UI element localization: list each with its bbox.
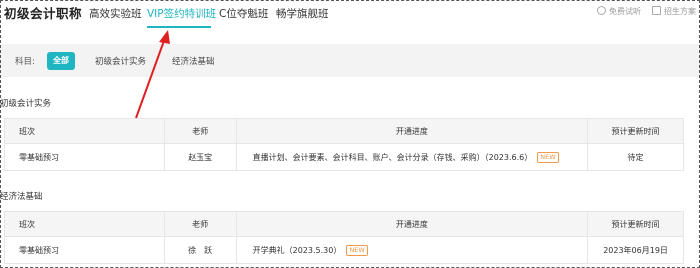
col-header-update-time: 预计更新时间	[587, 118, 684, 144]
new-badge: NEW	[537, 151, 559, 163]
table-row: 零基础预习 徐 跃 开学典礼（2023.5.30） NEW 2023年06月19日	[4, 236, 684, 264]
section-title-accounting: 初级会计实务	[0, 99, 52, 109]
progress-text: 直播计划、会计要素、会计科目、账户、会计分录（存钱、采购）（2023.6.6）	[252, 152, 533, 162]
page-title: 初级会计职称	[4, 6, 83, 21]
update-date: 待定	[587, 143, 684, 171]
class-name: 零基础预习	[4, 143, 165, 171]
col-header-teacher: 老师	[163, 118, 237, 144]
progress-text: 开学典礼（2023.5.30）	[252, 245, 342, 255]
new-badge: NEW	[346, 244, 368, 256]
update-date: 2023年06月19日	[587, 236, 684, 264]
subject-label: 科目:	[15, 57, 35, 67]
play-icon	[597, 6, 606, 15]
col-header-class: 班次	[4, 118, 165, 144]
filter-option-accounting[interactable]: 初级会计实务	[95, 55, 146, 67]
schedule-table-accounting: 班次 老师 开通进度 预计更新时间 零基础预习 赵玉宝 直播计划、会计要素、会计…	[4, 118, 684, 171]
tab-flagship[interactable]: 畅学旗舰班	[276, 6, 329, 21]
table-row: 零基础预习 赵玉宝 直播计划、会计要素、会计科目、账户、会计分录（存钱、采购）（…	[4, 143, 684, 171]
col-header-progress: 开通进度	[235, 118, 589, 144]
enrollment-plan-link[interactable]: 招生方案	[652, 6, 696, 17]
tab-c-position[interactable]: C位夺魁班	[219, 6, 268, 21]
col-header-update-time: 预计更新时间	[587, 211, 684, 237]
arrow-head	[159, 30, 170, 44]
col-header-progress: 开通进度	[235, 211, 589, 237]
teacher-name: 徐 跃	[163, 236, 237, 264]
col-header-class: 班次	[4, 211, 165, 237]
progress-cell: 开学典礼（2023.5.30） NEW	[235, 236, 589, 264]
enrollment-plan-label: 招生方案	[664, 7, 696, 16]
subject-filter: 科目: 全部 初级会计实务 经济法基础	[0, 44, 700, 77]
schedule-table-economic-law: 班次 老师 开通进度 预计更新时间 零基础预习 徐 跃 开学典礼（2023.5.…	[4, 211, 684, 264]
free-trial-link[interactable]: 免费试听	[597, 6, 641, 17]
table-header-row: 班次 老师 开通进度 预计更新时间	[4, 118, 684, 144]
tab-efficient-lab[interactable]: 高效实验班	[89, 6, 142, 21]
col-header-teacher: 老师	[163, 211, 237, 237]
filter-option-economic-law[interactable]: 经济法基础	[172, 55, 215, 67]
teacher-name: 赵玉宝	[163, 143, 237, 171]
class-name: 零基础预习	[4, 236, 165, 264]
progress-cell: 直播计划、会计要素、会计科目、账户、会计分录（存钱、采购）（2023.6.6） N…	[235, 143, 589, 171]
table-header-row: 班次 老师 开通进度 预计更新时间	[4, 211, 684, 237]
free-trial-label: 免费试听	[609, 7, 641, 16]
section-title-economic-law: 经济法基础	[0, 192, 43, 202]
document-icon	[652, 6, 661, 15]
filter-option-all[interactable]: 全部	[47, 52, 75, 70]
active-tab-indicator	[147, 26, 211, 28]
top-nav: 初级会计职称 高效实验班 VIP签约特训班 C位夺魁班 畅学旗舰班 免费试听 招…	[0, 0, 700, 28]
tab-vip-training[interactable]: VIP签约特训班	[147, 6, 216, 21]
